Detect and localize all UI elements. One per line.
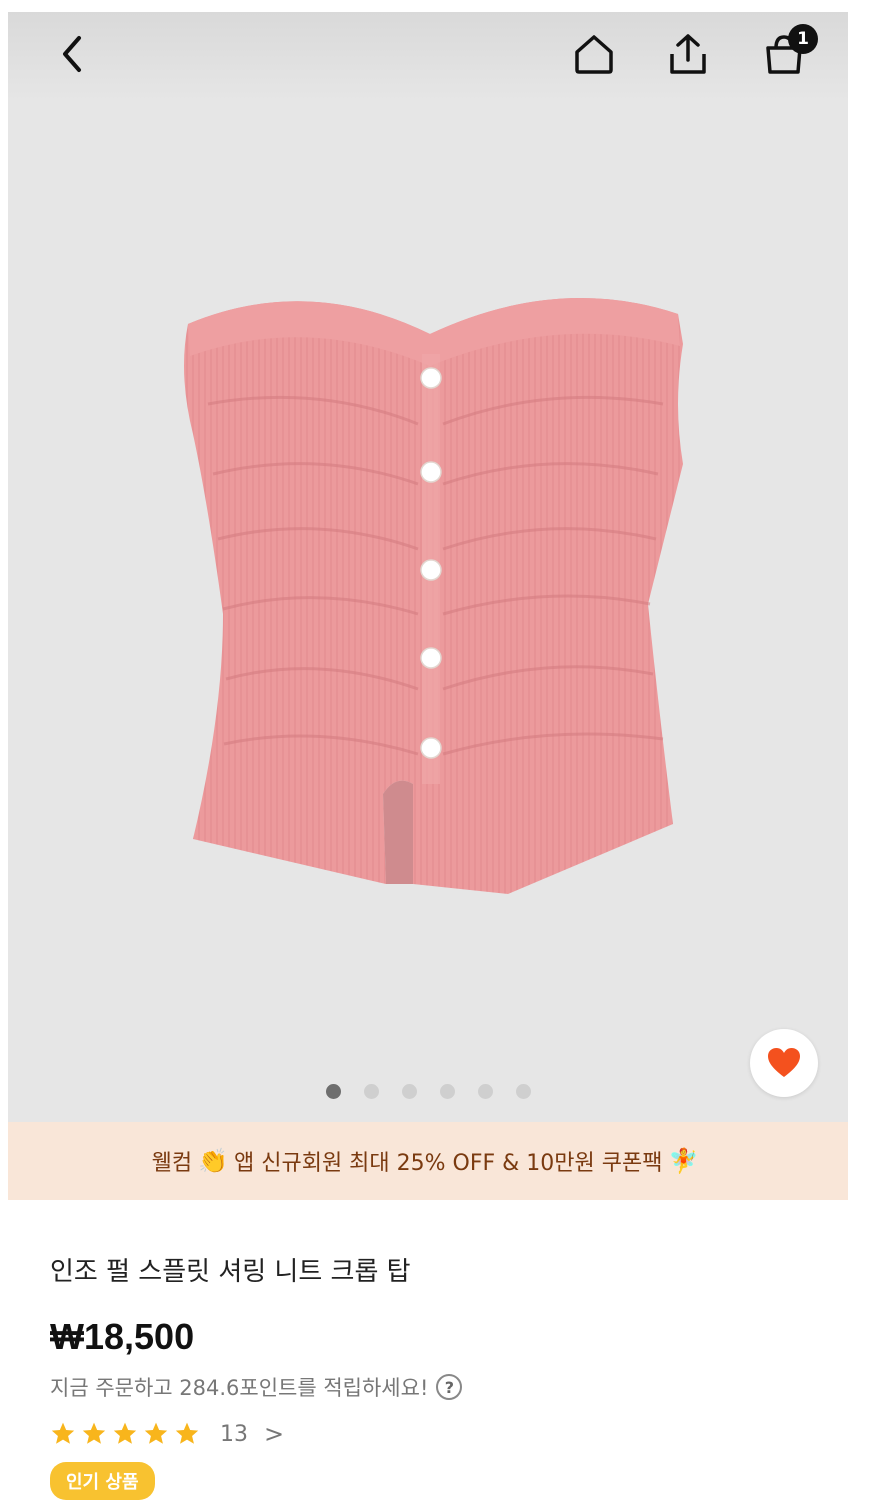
heart-icon xyxy=(768,1048,800,1077)
review-count: 13 xyxy=(220,1421,248,1447)
star-icon xyxy=(82,1422,106,1444)
star-icon xyxy=(113,1422,137,1444)
page-dot-6[interactable] xyxy=(516,1084,531,1099)
cart-count-badge: 1 xyxy=(788,24,818,54)
share-button[interactable] xyxy=(660,26,716,82)
popular-product-tag: 인기 상품 xyxy=(50,1462,155,1500)
page-dot-2[interactable] xyxy=(364,1084,379,1099)
points-text: 지금 주문하고 284.6포인트를 적립하세요! xyxy=(50,1376,429,1400)
product-detail-screen: 1 웰컴 👏 앱 신규회원 최대 25% OFF & 10만원 쿠폰팩 🧚 인조… xyxy=(8,12,848,1500)
chevron-right-icon: > xyxy=(264,1420,285,1448)
star-icon xyxy=(51,1422,75,1444)
chevron-left-icon xyxy=(63,36,81,72)
product-info: 인조 펄 스플릿 셔링 니트 크롭 탑 ₩18,500 지금 주문하고 284.… xyxy=(50,1252,830,1500)
share-icon xyxy=(670,34,706,74)
star-icon xyxy=(175,1422,199,1444)
home-icon xyxy=(575,35,613,74)
page-dot-3[interactable] xyxy=(402,1084,417,1099)
page-dot-1[interactable] xyxy=(326,1084,341,1099)
points-notice: 지금 주문하고 284.6포인트를 적립하세요! ? xyxy=(50,1372,830,1402)
image-pagination xyxy=(326,1084,531,1099)
home-button[interactable] xyxy=(566,26,622,82)
product-title: 인조 펄 스플릿 셔링 니트 크롭 탑 xyxy=(50,1257,411,1287)
cart-button[interactable]: 1 xyxy=(756,24,818,82)
star-icon xyxy=(144,1422,168,1444)
back-button[interactable] xyxy=(44,26,100,82)
promo-banner[interactable]: 웰컴 👏 앱 신규회원 최대 25% OFF & 10만원 쿠폰팩 🧚 xyxy=(8,1122,848,1200)
top-nav-bar: 1 xyxy=(8,12,848,102)
product-image-gallery[interactable]: 1 xyxy=(8,12,848,1122)
promo-text: 앱 신규회원 최대 25% OFF & 10만원 쿠폰팩 xyxy=(233,1151,663,1176)
favorite-button[interactable] xyxy=(750,1029,818,1097)
rating-row[interactable]: 13 > xyxy=(50,1420,830,1448)
clap-emoji-icon: 👏 xyxy=(198,1147,228,1175)
product-image xyxy=(184,298,683,894)
page-dot-5[interactable] xyxy=(478,1084,493,1099)
star-rating xyxy=(50,1421,200,1447)
page-dot-4[interactable] xyxy=(440,1084,455,1099)
promo-text-welcome: 웰컴 xyxy=(151,1151,193,1176)
fairy-emoji-icon: 🧚 xyxy=(668,1147,699,1175)
product-price: ₩18,500 xyxy=(50,1316,195,1357)
help-icon[interactable]: ? xyxy=(436,1374,463,1400)
